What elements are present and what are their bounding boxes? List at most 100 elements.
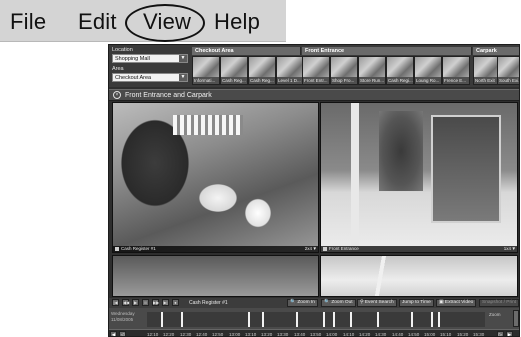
camera-pane-cash-register[interactable]: Cash Register #1 2x4 ▼: [112, 102, 319, 253]
camera-thumbnail[interactable]: Cash Reg...: [220, 56, 248, 85]
skip-back-icon[interactable]: |◀: [112, 299, 119, 306]
video-content: [173, 115, 243, 135]
camera-label-bar: Cash Register #1 2x4 ▼: [113, 246, 318, 252]
camera-pane-4[interactable]: [320, 255, 518, 297]
pause-icon[interactable]: II: [142, 299, 149, 306]
jump-to-time-label: Jump to Time: [402, 300, 431, 305]
timeline-event-mark[interactable]: [296, 312, 298, 327]
camera-preview: [193, 57, 219, 77]
timeline-event-mark[interactable]: [411, 312, 413, 327]
play-icon[interactable]: ▶: [132, 299, 139, 306]
group-carpark[interactable]: Carpark: [473, 47, 519, 55]
camera-pane-front-entrance[interactable]: Front Entrance 1x4 ▼: [320, 102, 518, 253]
zoom-in-button[interactable]: 🔍 Zoom In: [287, 299, 318, 307]
timeline-zoom-slider[interactable]: [513, 310, 519, 327]
camera-menu-icon[interactable]: ▼: [313, 246, 317, 252]
timeline-tick-label: 14:10: [343, 332, 355, 337]
timeline-event-mark[interactable]: [438, 312, 440, 327]
timeline-tick-label: 12:40: [196, 332, 208, 337]
rewind-icon[interactable]: ◀◀: [122, 299, 129, 306]
camera-thumbnail[interactable]: Cash Reg...: [248, 56, 276, 85]
video-content: [431, 115, 501, 223]
camera-preview: [249, 57, 275, 77]
menu-help[interactable]: Help: [214, 9, 260, 35]
camera-thumbnail[interactable]: Informati...: [192, 56, 220, 85]
camera-preview: [303, 57, 329, 77]
snapshot-button[interactable]: Snapshot / Print: [479, 299, 519, 307]
menu-file[interactable]: File: [10, 9, 46, 35]
surveillance-app-window: Location Shopping Mall ▼ Area Checkout A…: [108, 44, 520, 337]
timeline-event-mark[interactable]: [181, 312, 183, 327]
camera-thumbnail-label: Informati...: [194, 78, 216, 83]
skip-forward-icon[interactable]: ▶|: [162, 299, 169, 306]
menu-bar: File Edit View Help: [0, 0, 286, 42]
camera-thumbnail[interactable]: Front Entr...: [302, 56, 330, 85]
timeline-tick-label: 14:00: [326, 332, 338, 337]
timeline-tick-label: 12:10: [147, 332, 159, 337]
camera-thumbnail[interactable]: Cash Regi...: [386, 56, 414, 85]
extract-video-button[interactable]: ▣ Extract Video: [436, 299, 477, 307]
camera-menu-icon[interactable]: ▼: [512, 246, 516, 252]
camera-resolution: 1x4: [503, 246, 511, 251]
camera-thumbnail[interactable]: Shop Fro...: [330, 56, 358, 85]
group-checkout-area[interactable]: Checkout Area: [192, 47, 301, 55]
camera-status-icon: [115, 247, 119, 251]
timeline-axis: ◀ ◁ ▷ ▶ 12:10 12:20 12:30 12:40 12:50 13:00 13…: [109, 329, 519, 337]
menu-view[interactable]: View: [143, 9, 191, 35]
location-dropdown[interactable]: Shopping Mall ▼: [112, 54, 188, 63]
camera-preview: [221, 57, 247, 77]
timeline-tick-label: 12:20: [163, 332, 175, 337]
timeline-event-mark[interactable]: [262, 312, 264, 327]
timeline-event-mark[interactable]: [323, 312, 325, 327]
chevron-down-icon[interactable]: ▼: [179, 74, 187, 81]
camera-thumbnail[interactable]: Frence E...: [442, 56, 470, 85]
camera-thumbnail[interactable]: South Exi...: [497, 56, 519, 85]
timeline-track[interactable]: [147, 312, 485, 327]
timeline-tick-label: 15:10: [440, 332, 452, 337]
camera-thumbnail[interactable]: Store Run...: [358, 56, 386, 85]
camera-name: Front Entrance: [329, 246, 359, 251]
timeline-tick-label: 13:10: [245, 332, 257, 337]
timeline-event-mark[interactable]: [248, 312, 250, 327]
timeline-tick-label: 13:30: [277, 332, 289, 337]
timeline-tick-label: 13:20: [261, 332, 273, 337]
camera-thumbnail[interactable]: Level 1 D...: [276, 56, 304, 85]
timeline-next-icon[interactable]: ▶: [506, 331, 513, 336]
timeline-event-mark[interactable]: [333, 312, 335, 327]
view-title: Front Entrance and Carpark: [125, 92, 212, 99]
group-front-entrance[interactable]: Front Entrance: [302, 47, 472, 55]
camera-preview: [359, 57, 385, 77]
camera-preview: [387, 57, 413, 77]
timeline-event-mark[interactable]: [161, 312, 163, 327]
timeline-event-mark[interactable]: [431, 312, 433, 327]
chevron-down-icon[interactable]: ▼: [179, 55, 187, 62]
zoom-out-button[interactable]: 🔍 Zoom Out: [321, 299, 356, 307]
camera-header: Location Shopping Mall ▼ Area Checkout A…: [109, 45, 519, 87]
fast-forward-icon[interactable]: ▶▶: [152, 299, 159, 306]
camera-thumbnail-label: Cash Regi...: [388, 78, 413, 83]
close-view-icon[interactable]: ×: [113, 91, 121, 99]
area-label: Area: [112, 66, 124, 72]
jump-to-time-button[interactable]: Jump to Time: [399, 299, 434, 307]
live-icon[interactable]: ●: [172, 299, 179, 306]
timeline-back-icon[interactable]: ◁: [119, 331, 126, 336]
event-search-button[interactable]: ⚲ Event Search: [357, 299, 397, 307]
timeline-prev-icon[interactable]: ◀: [110, 331, 117, 336]
timeline-zoom-label: Zoom: [489, 312, 501, 317]
timeline-tick-label: 13:40: [294, 332, 306, 337]
timeline-date-value: 11/08/2005: [111, 317, 134, 322]
camera-pane-3[interactable]: [112, 255, 319, 297]
camera-preview: [277, 57, 303, 77]
timeline-event-mark[interactable]: [377, 312, 379, 327]
timeline-event-mark[interactable]: [350, 312, 352, 327]
camera-preview: [498, 57, 519, 77]
camera-thumbnail-label: Cash Reg...: [250, 78, 274, 83]
location-selector: Location Shopping Mall ▼: [112, 47, 188, 63]
area-selector: Area Checkout Area ▼: [112, 66, 188, 82]
camera-thumbnail[interactable]: Loung Ro...: [414, 56, 442, 85]
area-dropdown[interactable]: Checkout Area ▼: [112, 73, 188, 82]
timeline-forward-icon[interactable]: ▷: [497, 331, 504, 336]
timeline-tick-label: 12:50: [212, 332, 224, 337]
menu-edit[interactable]: Edit: [78, 9, 117, 35]
timeline-date: Wednesday 11/08/2005: [111, 311, 147, 323]
